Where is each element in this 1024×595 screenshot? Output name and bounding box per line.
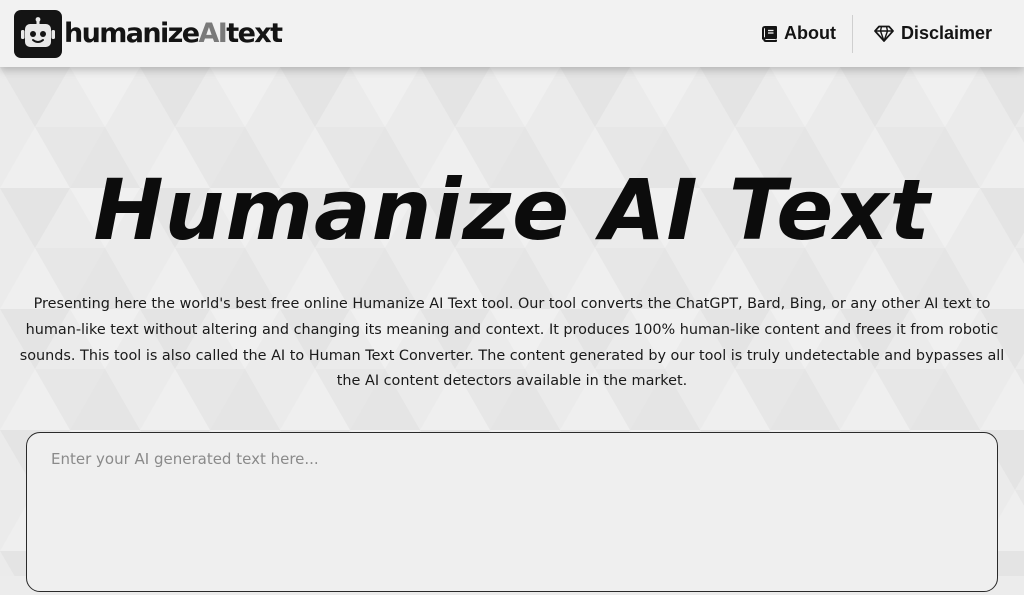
ai-text-input-container	[26, 432, 998, 592]
site-header: humanizeAItext About Disclaimer	[0, 0, 1024, 67]
logo-text-main: humanize	[64, 18, 200, 49]
intro-paragraph: Presenting here the world's best free on…	[19, 296, 1005, 390]
logo-wordmark: humanizeAItext	[64, 10, 283, 58]
nav-disclaimer-link[interactable]: Disclaimer	[853, 15, 1024, 53]
main-nav: About Disclaimer	[761, 0, 1024, 67]
nav-about-link[interactable]: About	[761, 15, 852, 53]
diamond-icon	[874, 25, 894, 42]
site-logo[interactable]: humanizeAItext	[14, 10, 283, 58]
robot-icon	[14, 10, 62, 58]
logo-text-accent: AI	[198, 18, 228, 49]
ai-text-input[interactable]	[27, 433, 997, 591]
page-title: Humanize AI Text	[93, 161, 931, 259]
book-icon	[761, 25, 777, 42]
nav-disclaimer-label: Disclaimer	[900, 23, 992, 43]
logo-text-end: text	[226, 18, 283, 49]
nav-about-label: About	[783, 23, 836, 43]
